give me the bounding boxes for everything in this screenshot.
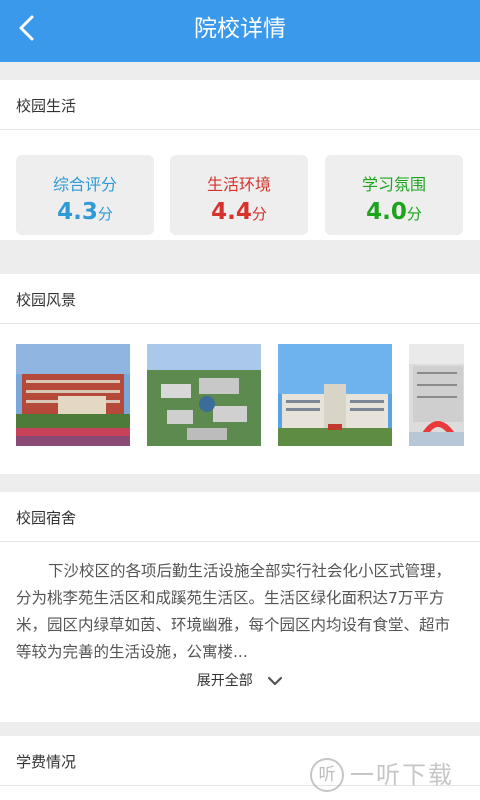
expand-label: 展开全部	[196, 673, 253, 689]
top-bar: 院校详情	[0, 0, 480, 62]
watermark: 听 一听下载	[310, 758, 472, 792]
rating-unit: 分	[406, 205, 422, 223]
chevron-down-icon	[268, 676, 283, 686]
dorm-title: 校园宿舍	[0, 492, 480, 542]
watermark-logo-icon: 听	[310, 758, 344, 792]
campus-life-section: 校园生活 综合评分 4.3分 生活环境 4.4分 学习氛围 4.0分	[0, 80, 480, 240]
rating-label: 学习氛围	[361, 175, 426, 194]
scenery-title: 校园风景	[0, 274, 480, 324]
rating-card-living: 生活环境 4.4分	[170, 155, 308, 235]
campus-photo-2[interactable]	[147, 344, 261, 446]
rating-value: 4.4	[211, 199, 252, 225]
dorm-description: 下沙校区的各项后勤生活设施全部实行社会化小区式管理，分为桃李苑生活区和成蹊苑生活…	[16, 562, 452, 661]
rating-unit: 分	[97, 205, 113, 223]
rating-card-study: 学习氛围 4.0分	[325, 155, 463, 235]
rating-value-wrap: 4.4分	[170, 199, 308, 225]
watermark-text: 一听下载	[350, 761, 454, 789]
rating-unit: 分	[251, 205, 267, 223]
rating-label: 生活环境	[206, 175, 271, 194]
scenery-section: 校园风景	[0, 274, 480, 474]
campus-photo-4[interactable]	[409, 344, 464, 446]
rating-label: 综合评分	[52, 175, 117, 194]
rating-value: 4.0	[366, 199, 407, 225]
rating-value: 4.3	[57, 199, 98, 225]
dorm-section: 校园宿舍 下沙校区的各项后勤生活设施全部实行社会化小区式管理，分为桃李苑生活区和…	[0, 492, 480, 722]
expand-all-button[interactable]: 展开全部	[0, 670, 480, 690]
page-title: 院校详情	[194, 16, 286, 42]
rating-value-wrap: 4.0分	[325, 199, 463, 225]
campus-life-title: 校园生活	[0, 80, 480, 130]
campus-photo-3[interactable]	[278, 344, 392, 446]
rating-value-wrap: 4.3分	[16, 199, 154, 225]
rating-card-overall: 综合评分 4.3分	[16, 155, 154, 235]
campus-photo-1[interactable]	[16, 344, 130, 446]
